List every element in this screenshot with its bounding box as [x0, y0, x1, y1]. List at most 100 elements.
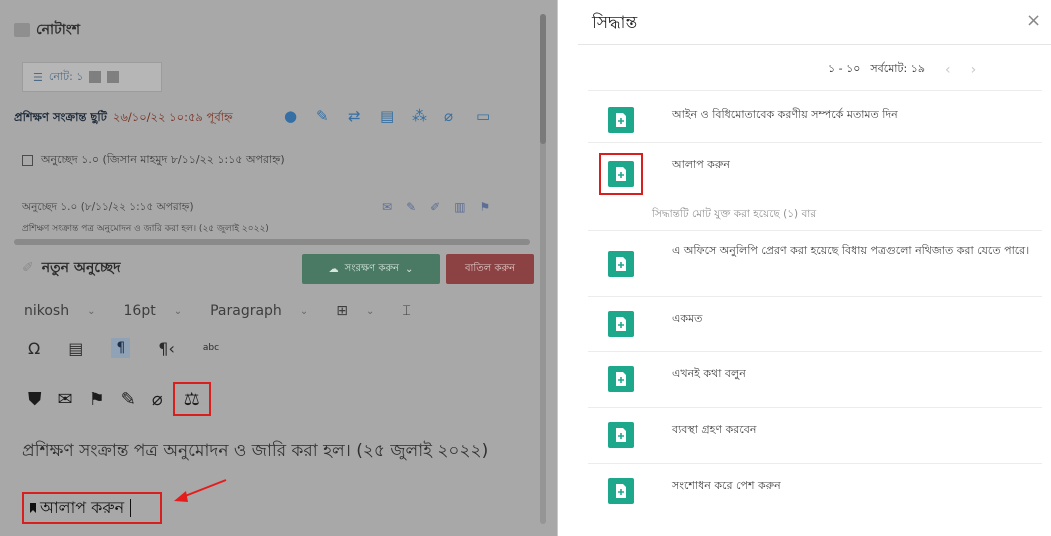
edit-icon[interactable]: ✎: [121, 389, 136, 410]
chevron-left-icon[interactable]: ‹: [945, 62, 951, 78]
new-paragraph-title: নতুন অনুচ্ছেদ: [41, 260, 121, 276]
paragraph-row-label: অনুচ্ছেদ ১.০ (জিসান মাহমুদ ৮/১১/২২ ১:১৫ …: [41, 152, 285, 166]
chevron-down-icon: ⌄: [173, 305, 183, 317]
inserted-decision[interactable]: আলাপ করুন: [22, 492, 162, 524]
paragraph-entry: অনুচ্ছেদ ১.০ (৮/১১/২২ ১:১৫ অপরাহ্ন) প্রশ…: [22, 200, 522, 236]
highlight-box: [599, 153, 643, 195]
decision-text: ব্যবস্থা গ্রহণ করবেন: [672, 423, 757, 436]
table-icon: ⊞: [336, 303, 348, 319]
divider: [578, 44, 1051, 45]
splitter[interactable]: [14, 239, 530, 245]
ltr-icon[interactable]: ¶: [111, 338, 131, 358]
text-caret: [130, 499, 132, 517]
abc-icon[interactable]: abc: [203, 343, 219, 353]
omega-icon[interactable]: Ω: [28, 339, 40, 358]
block-format-value: Paragraph: [210, 303, 282, 319]
editor-body-text[interactable]: প্রশিক্ষণ সংক্রান্ত পত্র অনুমোদন ও জারি …: [22, 438, 532, 466]
decision-list: আইন ও বিধিমোতাবেক করণীয় সম্পর্কে মতামত …: [588, 90, 1042, 519]
chevron-down-icon: ⌄: [299, 305, 309, 317]
cloud-icon: ☁: [328, 263, 339, 275]
pen-icon[interactable]: ✐: [430, 200, 440, 214]
cancel-button[interactable]: বাতিল করুন: [446, 254, 534, 284]
transfer-icon[interactable]: ⇄: [348, 108, 364, 124]
decision-usage-note: সিদ্ধান্তটি মোট যুক্ত করা হয়েছে (১) বার: [652, 208, 817, 220]
font-size-value: 16pt: [123, 303, 156, 319]
panel-icon[interactable]: ▭: [476, 108, 492, 124]
note-tab-label: নোট: ১: [48, 69, 84, 83]
note-subject-date: ২৬/১০/২২ ১০:৫৯ পূর্বাহ্ন: [112, 109, 233, 124]
decision-text: আইন ও বিধিমোতাবেক করণীয় সম্পর্কে মতামত …: [672, 108, 898, 121]
rtl-icon[interactable]: ¶‹: [158, 339, 175, 358]
flag-icon[interactable]: ⚑: [89, 389, 105, 410]
shield-icon[interactable]: ⛊: [28, 389, 42, 410]
add-decision-icon[interactable]: [608, 251, 634, 277]
attachment-icon[interactable]: ⌀: [444, 108, 460, 124]
annotation-arrow: [174, 479, 227, 502]
add-decision-icon[interactable]: [608, 366, 634, 392]
paragraph-entry-tools: ✉ ✎ ✐ ▥ ⚑: [382, 200, 490, 214]
list-item[interactable]: সংশোধন করে পেশ করুন: [588, 463, 1042, 519]
note-subject: প্রশিক্ষণ সংক্রান্ত ছুটি: [14, 109, 107, 124]
table-select[interactable]: ⊞ ⌄: [336, 303, 374, 319]
note-tab-square-icon[interactable]: [89, 71, 102, 83]
edit-icon[interactable]: ✎: [316, 108, 332, 124]
group-icon[interactable]: ⁂: [412, 108, 428, 124]
list-item[interactable]: এখনই কথা বলুন: [588, 351, 1042, 407]
mail-icon[interactable]: ✉: [382, 200, 392, 214]
add-decision-icon[interactable]: [608, 107, 634, 133]
chevron-right-icon[interactable]: ›: [971, 62, 977, 78]
add-decision-icon[interactable]: [608, 478, 634, 504]
chevron-down-icon: ⌄: [87, 305, 96, 317]
collapse-icon[interactable]: [22, 154, 33, 166]
save-button-label: সংরক্ষণ করুন: [344, 262, 399, 274]
decision-text: একমত: [672, 312, 703, 325]
decision-text: এখনই কথা বলুন: [672, 367, 746, 380]
print-icon[interactable]: ▤: [380, 108, 396, 124]
user-icon[interactable]: ●: [284, 108, 300, 124]
chevron-down-icon: ⌄: [404, 263, 414, 275]
note-tab-close-icon[interactable]: [107, 71, 120, 83]
flag-icon[interactable]: ⚑: [480, 200, 491, 214]
mail-icon[interactable]: ✉: [58, 389, 73, 410]
attachment-icon[interactable]: ⌀: [152, 389, 163, 410]
list-item[interactable]: ব্যবস্থা গ্রহণ করবেন: [588, 407, 1042, 463]
print-icon[interactable]: ▤: [68, 339, 83, 358]
chevron-down-icon: ⌄: [365, 305, 375, 317]
save-button[interactable]: ☁ সংরক্ষণ করুন ⌄: [302, 254, 440, 284]
decision-text: এ অফিসে অনুলিপি প্রেরণ করা হয়েছে বিধায়…: [672, 244, 1030, 257]
list-item[interactable]: আলাপ করুন সিদ্ধান্তটি মোট যুক্ত করা হয়ে…: [588, 142, 1042, 230]
note-toolbar: ● ✎ ⇄ ▤ ⁂ ⌀ ▭: [284, 108, 492, 124]
add-decision-icon[interactable]: [608, 311, 634, 337]
font-size-select[interactable]: 16pt ⌄: [124, 303, 183, 319]
add-decision-icon[interactable]: [608, 422, 634, 448]
decision-panel: সিদ্ধান্ত × ১ - ১০ সর্বমোট: ১৯ ‹ › আইন ও…: [560, 0, 1051, 536]
block-format-select[interactable]: Paragraph ⌄: [210, 303, 308, 319]
edit-icon[interactable]: ✎: [406, 200, 416, 214]
insert-toolbar: Ω ▤ ¶ ¶‹ abc: [28, 338, 219, 358]
font-family-select[interactable]: nikosh ⌄: [24, 303, 96, 319]
list-item[interactable]: এ অফিসে অনুলিপি প্রেরণ করা হয়েছে বিধায়…: [588, 230, 1042, 296]
new-paragraph-header: ✐ নতুন অনুচ্ছেদ: [22, 256, 121, 280]
delete-icon[interactable]: ▥: [454, 200, 465, 214]
inserted-decision-text: আলাপ করুন: [40, 497, 125, 517]
list-icon: ☰: [33, 70, 43, 84]
list-item[interactable]: একমত: [588, 296, 1042, 351]
paragraph-row[interactable]: অনুচ্ছেদ ১.০ (জিসান মাহমুদ ৮/১১/২২ ১:১৫ …: [22, 150, 522, 170]
note-panel-title: নোটাংশ: [36, 22, 81, 38]
note-tab[interactable]: ☰ নোট: ১: [22, 62, 162, 92]
page-break-icon[interactable]: ⌶: [402, 303, 410, 319]
note-panel-header: নোটাংশ: [14, 12, 534, 48]
list-item[interactable]: আইন ও বিধিমোতাবেক করণীয় সম্পর্কে মতামত …: [588, 90, 1042, 142]
bookmark-icon: [30, 503, 36, 513]
scrollbar-thumb[interactable]: [540, 14, 546, 144]
decision-text: আলাপ করুন: [672, 158, 730, 171]
pagination-range: ১ - ১০: [828, 62, 861, 75]
action-toolbar: ⛊ ✉ ⚑ ✎ ⌀ ⚖: [28, 382, 211, 416]
paragraph-entry-body: প্রশিক্ষণ সংক্রান্ত পত্র অনুমোদন ও জারি …: [22, 224, 269, 234]
scrollbar[interactable]: [540, 14, 546, 524]
note-icon: [14, 23, 30, 37]
pagination: ১ - ১০ সর্বমোট: ১৯ ‹ ›: [828, 60, 976, 79]
close-icon[interactable]: ×: [1026, 10, 1041, 31]
decision-icon[interactable]: ⚖: [172, 382, 211, 416]
panel-title: সিদ্ধান্ত: [592, 13, 638, 33]
